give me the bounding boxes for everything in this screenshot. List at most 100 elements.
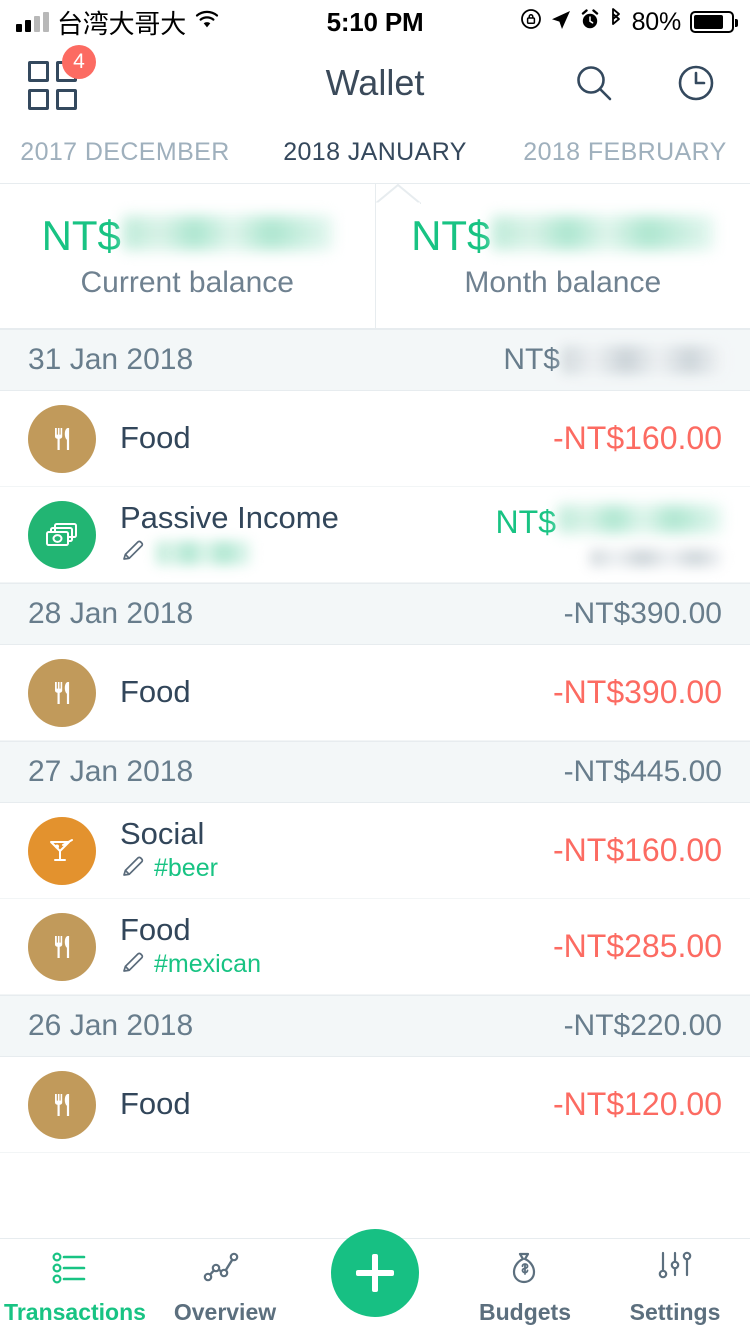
transaction-body: Food (120, 1086, 553, 1122)
wifi-icon (194, 8, 220, 37)
hidden-amount (122, 216, 333, 250)
status-bar: 台湾大哥大 5:10 PM 80% (0, 0, 750, 44)
transaction-amount-wrap: NT$ (496, 504, 722, 567)
month-tab-current[interactable]: 2018 JANUARY (250, 138, 500, 167)
day-total-text: NT$ (503, 343, 560, 376)
cocktail-icon (28, 816, 96, 885)
currency-symbol: NT$ (411, 212, 491, 259)
day-header: 28 Jan 2018 -NT$390.00 (0, 583, 750, 645)
transaction-body: Food #mexican (120, 911, 553, 981)
transaction-body: Food (120, 420, 553, 456)
transaction-row[interactable]: Food #mexican -NT$285.00 (0, 899, 750, 995)
current-balance-label: Current balance (80, 266, 294, 299)
nav-right (568, 57, 722, 109)
bluetooth-icon (609, 7, 623, 37)
transaction-row[interactable]: Passive Income NT$ (0, 487, 750, 583)
transaction-amount-wrap: -NT$390.00 (553, 674, 722, 711)
day-total: NT$ (503, 343, 722, 377)
tab-budgets[interactable]: Budgets (450, 1251, 600, 1326)
transaction-row[interactable]: Social #beer -NT$160.00 (0, 803, 750, 899)
search-icon[interactable] (568, 57, 620, 109)
balance-summary: NT$ Current balance NT$ Month balance (0, 184, 750, 329)
tab-transactions[interactable]: Transactions (0, 1251, 150, 1326)
battery-percent-label: 80% (631, 7, 682, 36)
cutlery-icon (28, 658, 96, 727)
clock-history-icon[interactable] (670, 57, 722, 109)
day-date: 31 Jan 2018 (28, 343, 194, 376)
pencil-icon (120, 949, 146, 980)
status-bar-left: 台湾大哥大 (16, 4, 327, 41)
transaction-amount-text: NT$ (495, 504, 556, 540)
transaction-category: Food (120, 420, 191, 456)
currency-symbol: NT$ (41, 212, 121, 259)
tab-overview[interactable]: Overview (150, 1251, 300, 1326)
transaction-note-text: #mexican (154, 950, 261, 979)
banknotes-icon (28, 500, 96, 569)
transaction-amount: -NT$160.00 (553, 420, 722, 456)
transaction-row[interactable]: Food -NT$120.00 (0, 1057, 750, 1153)
status-bar-right: 80% (423, 7, 738, 37)
cutlery-icon (28, 404, 96, 473)
day-total: -NT$390.00 (563, 597, 722, 630)
transaction-note: #mexican (120, 949, 553, 980)
transaction-amount: -NT$285.00 (553, 928, 722, 964)
notification-badge: 4 (62, 45, 96, 79)
money-bag-icon (502, 1251, 548, 1291)
app-screen: 台湾大哥大 5:10 PM 80% 4 Wallet 2017 DECEMBER… (0, 0, 750, 1334)
transaction-body: Social #beer (120, 815, 553, 885)
month-balance-label: Month balance (464, 266, 662, 299)
day-total: -NT$445.00 (563, 755, 722, 788)
transaction-list[interactable]: 31 Jan 2018 NT$ Food -NT$160.00 Passive … (0, 329, 750, 1238)
month-tab-prev[interactable]: 2017 DECEMBER (0, 138, 250, 167)
transaction-amount: -NT$160.00 (553, 832, 722, 868)
list-icon (52, 1251, 98, 1291)
location-arrow-icon (551, 8, 571, 37)
status-time: 5:10 PM (326, 6, 424, 37)
transaction-body: Food (120, 674, 553, 710)
cutlery-icon (28, 1070, 96, 1139)
grid-square (28, 61, 49, 82)
day-header: 26 Jan 2018 -NT$220.00 (0, 995, 750, 1057)
tab-label: Overview (173, 1299, 277, 1325)
day-date: 26 Jan 2018 (28, 1009, 194, 1042)
transaction-amount: -NT$120.00 (553, 1086, 722, 1122)
alarm-icon (580, 8, 600, 37)
transaction-amount-wrap: -NT$285.00 (553, 928, 722, 965)
month-tab-next[interactable]: 2018 FEBRUARY (500, 138, 750, 167)
transaction-category: Passive Income (120, 499, 339, 535)
tab-settings[interactable]: Settings (600, 1251, 750, 1326)
rotation-lock-icon (520, 8, 542, 37)
month-balance-card[interactable]: NT$ Month balance (374, 184, 750, 328)
transaction-row[interactable]: Food -NT$390.00 (0, 645, 750, 741)
transaction-category: Food (120, 911, 191, 947)
add-transaction-fab[interactable] (331, 1229, 419, 1317)
sliders-icon (652, 1251, 698, 1291)
transaction-row[interactable]: Food -NT$160.00 (0, 391, 750, 487)
transaction-note (120, 537, 496, 568)
transaction-category: Food (120, 1086, 191, 1122)
hidden-amount (558, 505, 722, 533)
transaction-amount-wrap: -NT$160.00 (553, 420, 722, 457)
transaction-category: Social (120, 815, 205, 851)
transaction-amount-sub (496, 549, 722, 567)
accounts-grid-button[interactable]: 4 (28, 45, 96, 110)
transaction-amount: NT$ (496, 504, 722, 541)
transaction-amount-wrap: -NT$120.00 (553, 1086, 722, 1123)
cutlery-icon (28, 912, 96, 981)
status-bar-center: 5:10 PM (327, 7, 424, 38)
pencil-icon (120, 853, 146, 884)
nav-bar: 4 Wallet (0, 44, 750, 122)
hidden-amount (562, 346, 722, 374)
tab-label: Budgets (479, 1299, 571, 1325)
current-balance-card[interactable]: NT$ Current balance (0, 184, 375, 328)
transaction-body: Passive Income (120, 499, 496, 569)
transaction-category: Food (120, 674, 191, 710)
day-date: 27 Jan 2018 (28, 755, 194, 788)
day-header: 31 Jan 2018 NT$ (0, 329, 750, 391)
tab-label: Settings (629, 1299, 721, 1325)
transaction-note-text: #beer (154, 854, 218, 883)
pencil-icon (120, 537, 146, 568)
month-tabs: 2017 DECEMBER 2018 JANUARY 2018 FEBRUARY (0, 122, 750, 204)
day-total: -NT$220.00 (563, 1009, 722, 1042)
grid-square (56, 89, 77, 110)
